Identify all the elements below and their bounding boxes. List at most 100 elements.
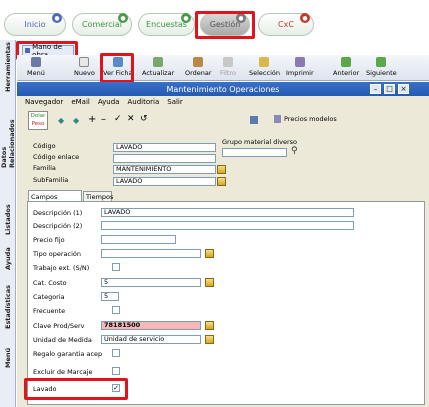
nav-encuestas[interactable]: Encuestas ● (138, 13, 195, 36)
sidebar-tab-menu[interactable]: Menú (1, 346, 15, 370)
refresh-icon (153, 57, 164, 67)
cancel-icon[interactable]: ✕ (127, 114, 135, 124)
anterior-label: Anterior (333, 69, 360, 77)
peso-label: Peso (31, 121, 45, 127)
menu-button[interactable]: Menú (27, 57, 45, 79)
familia-input[interactable]: MANTENIMIENTO (113, 165, 216, 174)
left-sidebar: Herramientas Datos Relacionados Listados… (0, 40, 16, 407)
highlight-lavado (24, 378, 128, 400)
highlight-ver-ficha (100, 53, 134, 83)
nav-next-icon[interactable]: ◆ (73, 116, 79, 125)
precios-modelos-label: Precios modelos (284, 115, 337, 123)
subfamilia-input[interactable]: LAVADO (113, 177, 216, 186)
cat-costo-label: Cat. Costo (33, 279, 67, 287)
maximize-button[interactable]: □ (384, 84, 395, 94)
menu-salir[interactable]: Salir (167, 98, 183, 106)
precios-modelos-button[interactable]: Precios modelos (274, 115, 337, 123)
tab-campos-variables[interactable]: Campos Variables (28, 190, 82, 209)
menu-email[interactable]: eMail (71, 98, 90, 106)
down-arrow-icon (376, 57, 387, 67)
actualizar-button[interactable]: Actualizar (142, 57, 174, 79)
minimize-button[interactable]: – (370, 84, 381, 94)
undo-icon[interactable]: ↺ (140, 114, 148, 124)
precio-fijo-input[interactable] (101, 235, 176, 244)
nav-cxc[interactable]: CxC ● (258, 13, 314, 36)
seleccion-button[interactable]: Selección (249, 57, 280, 79)
nav-encuestas-label: Encuestas (146, 20, 187, 29)
clave-prod-serv-input[interactable]: 78181500 (101, 321, 201, 330)
print-icon (294, 57, 305, 67)
siguiente-button[interactable]: Siguiente (366, 57, 397, 79)
cat-costo-picker-icon[interactable] (205, 278, 214, 287)
familia-picker-icon[interactable] (217, 165, 226, 174)
sidebar-tab-listados[interactable]: Listados (1, 202, 15, 238)
descripcion2-input[interactable] (101, 221, 354, 230)
trabajo-ext-label: Trabajo ext. (S/N) (33, 264, 90, 272)
sidebar-tab-datos[interactable]: Datos Relacionados (0, 96, 16, 168)
copy-icon[interactable] (250, 116, 258, 124)
subfamilia-label: SubFamilia (33, 176, 69, 184)
window-title: Mantenimiento Operaciones (166, 84, 280, 94)
currency-box[interactable]: Dolar Peso (28, 111, 48, 130)
codigo-enlace-label: Código enlace (33, 153, 80, 161)
remove-icon[interactable]: – (101, 114, 106, 125)
nav-inicio[interactable]: Inicio ● (4, 13, 66, 36)
imprimir-label: Imprimir (286, 69, 314, 77)
check-icon[interactable]: ✓ (114, 114, 122, 124)
filtro-label: Filtro (220, 69, 236, 77)
descripcion1-input[interactable]: LAVADO (101, 208, 354, 217)
cat-costo-input[interactable]: 5 (101, 278, 201, 287)
descripcion1-label: Descripción (1) (33, 209, 83, 217)
regalo-garantia-label: Regalo garantia acep (33, 350, 103, 358)
unidad-picker-icon[interactable] (205, 335, 214, 344)
info-icon: ● (52, 13, 62, 23)
clave-prod-serv-label: Clave Prod/Serv (33, 322, 85, 330)
tab-tiempos[interactable]: Tiempos (83, 191, 113, 201)
precio-fijo-label: Precio fijo (33, 236, 65, 244)
filtro-button[interactable]: Filtro (220, 57, 236, 79)
filter-icon (222, 57, 233, 67)
subfamilia-picker-icon[interactable] (217, 177, 226, 186)
search-icon[interactable]: ⚲ (291, 146, 298, 156)
imprimir-button[interactable]: Imprimir (286, 57, 314, 79)
menu-auditoria[interactable]: Auditoria (127, 98, 159, 106)
nav-comercial[interactable]: Comercial ● (72, 13, 132, 36)
nuevo-button[interactable]: Nuevo (74, 57, 95, 79)
info-icon: ● (181, 13, 191, 23)
dolar-label: Dolar (30, 113, 46, 119)
nav-comercial-label: Comercial (81, 20, 123, 29)
grupo-material-label: Grupo material diverso (222, 138, 298, 146)
up-arrow-icon (341, 57, 352, 67)
unidad-medida-label: Unidad de Medida (33, 336, 92, 344)
nuevo-label: Nuevo (74, 69, 95, 77)
add-icon[interactable]: + (88, 114, 96, 125)
codigo-enlace-input[interactable] (113, 154, 216, 163)
nav-first-icon[interactable]: ◆ (58, 116, 64, 125)
anterior-button[interactable]: Anterior (333, 57, 359, 79)
grupo-material-input[interactable] (222, 148, 287, 157)
menu-navegador[interactable]: Navegador (25, 98, 63, 106)
regalo-garantia-checkbox[interactable] (112, 349, 120, 357)
sidebar-tab-estadisticas[interactable]: Estadísticas (1, 280, 15, 334)
clave-picker-icon[interactable] (205, 321, 214, 330)
window-titlebar: Mantenimiento Operaciones (17, 82, 429, 96)
ordenar-button[interactable]: Ordenar (185, 57, 212, 79)
tipo-operacion-picker-icon[interactable] (205, 249, 214, 258)
frecuente-checkbox[interactable] (112, 306, 120, 314)
sidebar-tab-herramientas[interactable]: Herramientas (1, 42, 15, 92)
seleccion-label: Selección (249, 69, 280, 77)
unidad-medida-input[interactable]: Unidad de servicio (101, 335, 201, 344)
codigo-label: Código (33, 142, 56, 150)
price-icon (274, 115, 281, 123)
sidebar-tab-ayuda[interactable]: Ayuda (1, 244, 15, 274)
menu-ayuda[interactable]: Ayuda (98, 98, 120, 106)
categoria-input[interactable]: 5 (101, 292, 119, 301)
codigo-input[interactable]: LAVADO (113, 143, 216, 152)
close-button[interactable]: × (398, 84, 409, 94)
tipo-operacion-label: Tipo operación (33, 250, 81, 258)
excluir-marcaje-checkbox[interactable] (112, 367, 120, 375)
trabajo-ext-checkbox[interactable] (112, 263, 120, 271)
categoria-label: Categoria (33, 293, 65, 301)
tipo-operacion-input[interactable] (101, 249, 201, 258)
siguiente-label: Siguiente (366, 69, 397, 77)
